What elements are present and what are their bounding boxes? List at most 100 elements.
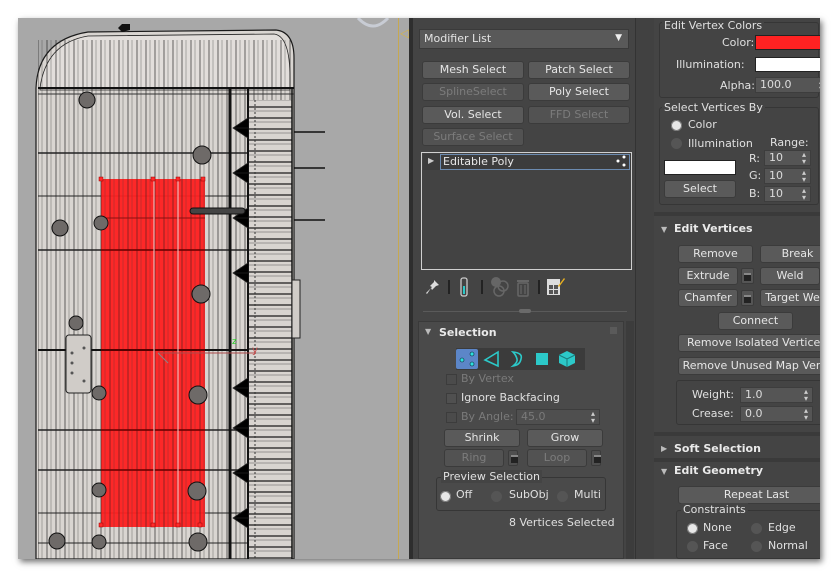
by-vertex-label: By Vertex [461,372,514,385]
ignore-backfacing-checkbox[interactable] [446,393,457,404]
rollout-divider [654,212,820,216]
collapse-icon[interactable]: ▼ [661,225,667,234]
surface-select-button[interactable]: Surface Select [422,128,524,146]
collapse-icon[interactable]: ▼ [425,327,431,336]
spinner-arrows-icon[interactable]: ▴▾ [804,388,808,403]
configure-modifier-sets-icon[interactable] [546,276,566,298]
constraint-none-radio[interactable] [687,523,698,534]
spinner-arrows-icon[interactable]: ▴▾ [802,169,806,184]
panel-scrollbar[interactable] [626,321,634,559]
element-level-button[interactable] [556,349,578,369]
pin-stack-icon[interactable] [425,278,441,296]
constraint-normal-label: Normal [768,539,808,552]
panel-resize-grip[interactable] [519,309,531,313]
viewport[interactable]: y z ◁ [18,18,413,559]
constraint-face-radio[interactable] [687,541,698,552]
remove-modifier-icon[interactable] [515,277,531,297]
vertex-level-button[interactable] [456,349,478,369]
ring-button[interactable]: Ring [444,449,504,467]
ring-spinner[interactable] [508,450,518,466]
mesh-select-button[interactable]: Mesh Select [422,61,524,79]
preview-selection-title: Preview Selection [441,470,543,483]
soft-selection-title[interactable]: Soft Selection [674,442,761,455]
chamfer-settings-button[interactable] [741,290,754,306]
select-button[interactable]: Select [664,180,736,198]
preview-multi-radio[interactable] [557,491,568,502]
app-window: y z ◁ Modifier List ▼ Mesh Select Patch … [18,18,820,559]
toolbar-separator [448,280,450,294]
selection-title[interactable]: Selection [439,326,497,339]
range-g-spinner[interactable]: 10 ▴ ▾ [764,168,811,184]
by-angle-spinner[interactable]: 45.0 ▴ ▾ [516,409,600,425]
edit-geometry-title[interactable]: Edit Geometry [674,464,763,477]
by-vertex-checkbox[interactable] [446,374,457,385]
shrink-button[interactable]: Shrink [444,429,520,447]
poly-select-button[interactable]: Poly Select [528,83,630,101]
g-label: G: [749,169,762,182]
chamfer-button[interactable]: Chamfer [678,289,738,307]
modifier-list-dropdown[interactable]: Modifier List ▼ [419,29,629,49]
spinner-arrows-icon[interactable]: ▴▾ [804,407,808,422]
ffd-select-button[interactable]: FFD Select [528,106,630,124]
chevron-down-icon: ▼ [615,33,622,43]
select-by-color-radio[interactable] [671,120,682,131]
constraint-normal-radio[interactable] [751,541,762,552]
border-icon [510,350,523,368]
weld-button[interactable]: Weld [760,267,820,285]
extrude-settings-button[interactable] [741,268,754,284]
select-by-color-label: Color [688,118,717,131]
loop-button[interactable]: Loop [527,449,587,467]
repeat-last-button[interactable]: Repeat Last [678,486,820,504]
select-by-illumination-label: Illumination [688,137,753,150]
target-weld-button[interactable]: Target Weld [760,289,820,307]
rollout-divider [654,432,820,436]
remove-unused-map-verts-button[interactable]: Remove Unused Map Verts [678,357,820,375]
viewport-corner-icon: ◁ [400,26,410,40]
preview-subobj-label: SubObj [509,488,549,501]
weight-spinner[interactable]: 1.0 ▴ ▾ [740,387,813,403]
grow-button[interactable]: Grow [527,429,603,447]
loop-spinner[interactable] [591,450,601,466]
remove-button[interactable]: Remove [678,245,753,263]
connect-button[interactable]: Connect [718,312,793,330]
spinner-arrows-icon[interactable]: ▴▾ [591,410,595,425]
show-end-result-icon[interactable] [458,276,470,298]
edge-level-button[interactable] [481,349,503,369]
polygon-level-button[interactable] [531,349,553,369]
range-r-spinner[interactable]: 10 ▴ ▾ [764,150,811,166]
stack-item-editable-poly[interactable]: ▶ Editable Poly [423,154,631,170]
spline-select-button[interactable]: SplineSelect [422,83,524,101]
illumination-label: Illumination: [676,58,745,71]
element-icon [558,351,576,367]
spinner-arrows-icon[interactable]: ▴▾ [802,187,806,202]
border-level-button[interactable] [506,349,528,369]
preview-off-radio[interactable] [440,491,451,502]
expand-icon[interactable]: ▶ [661,444,667,453]
spinner-arrows-icon[interactable]: ▴▾ [819,78,820,93]
vol-select-button[interactable]: Vol. Select [422,106,524,124]
selection-status: 8 Vertices Selected [509,516,615,529]
preview-subobj-radio[interactable] [491,491,502,502]
break-button[interactable]: Break [760,245,820,263]
crease-spinner[interactable]: 0.0 ▴ ▾ [740,406,813,422]
extrude-button[interactable]: Extrude [678,267,738,285]
make-unique-icon[interactable] [489,276,511,298]
constraint-edge-radio[interactable] [751,523,762,534]
modifier-stack[interactable]: ▶ Editable Poly [421,152,632,270]
spinner-arrows-icon[interactable]: ▴▾ [802,151,806,166]
illumination-swatch[interactable] [755,57,820,72]
vertex-color-swatch[interactable] [755,35,820,50]
by-angle-checkbox[interactable] [446,412,457,423]
rollout-pin-icon[interactable] [610,327,617,334]
select-color-swatch[interactable] [664,160,736,175]
collapse-icon[interactable]: ▼ [661,467,667,476]
expand-icon[interactable]: ▶ [428,156,434,165]
alpha-spinner[interactable]: 100.0 ▴▾ [755,77,820,93]
right-panel-scrollbar[interactable] [636,18,654,559]
range-b-spinner[interactable]: 10 ▴ ▾ [764,186,811,202]
edit-vertices-title[interactable]: Edit Vertices [674,222,753,235]
patch-select-button[interactable]: Patch Select [528,61,630,79]
constraint-edge-label: Edge [768,521,796,534]
select-by-illumination-radio[interactable] [671,138,682,149]
remove-isolated-vertices-button[interactable]: Remove Isolated Vertices [678,334,820,352]
